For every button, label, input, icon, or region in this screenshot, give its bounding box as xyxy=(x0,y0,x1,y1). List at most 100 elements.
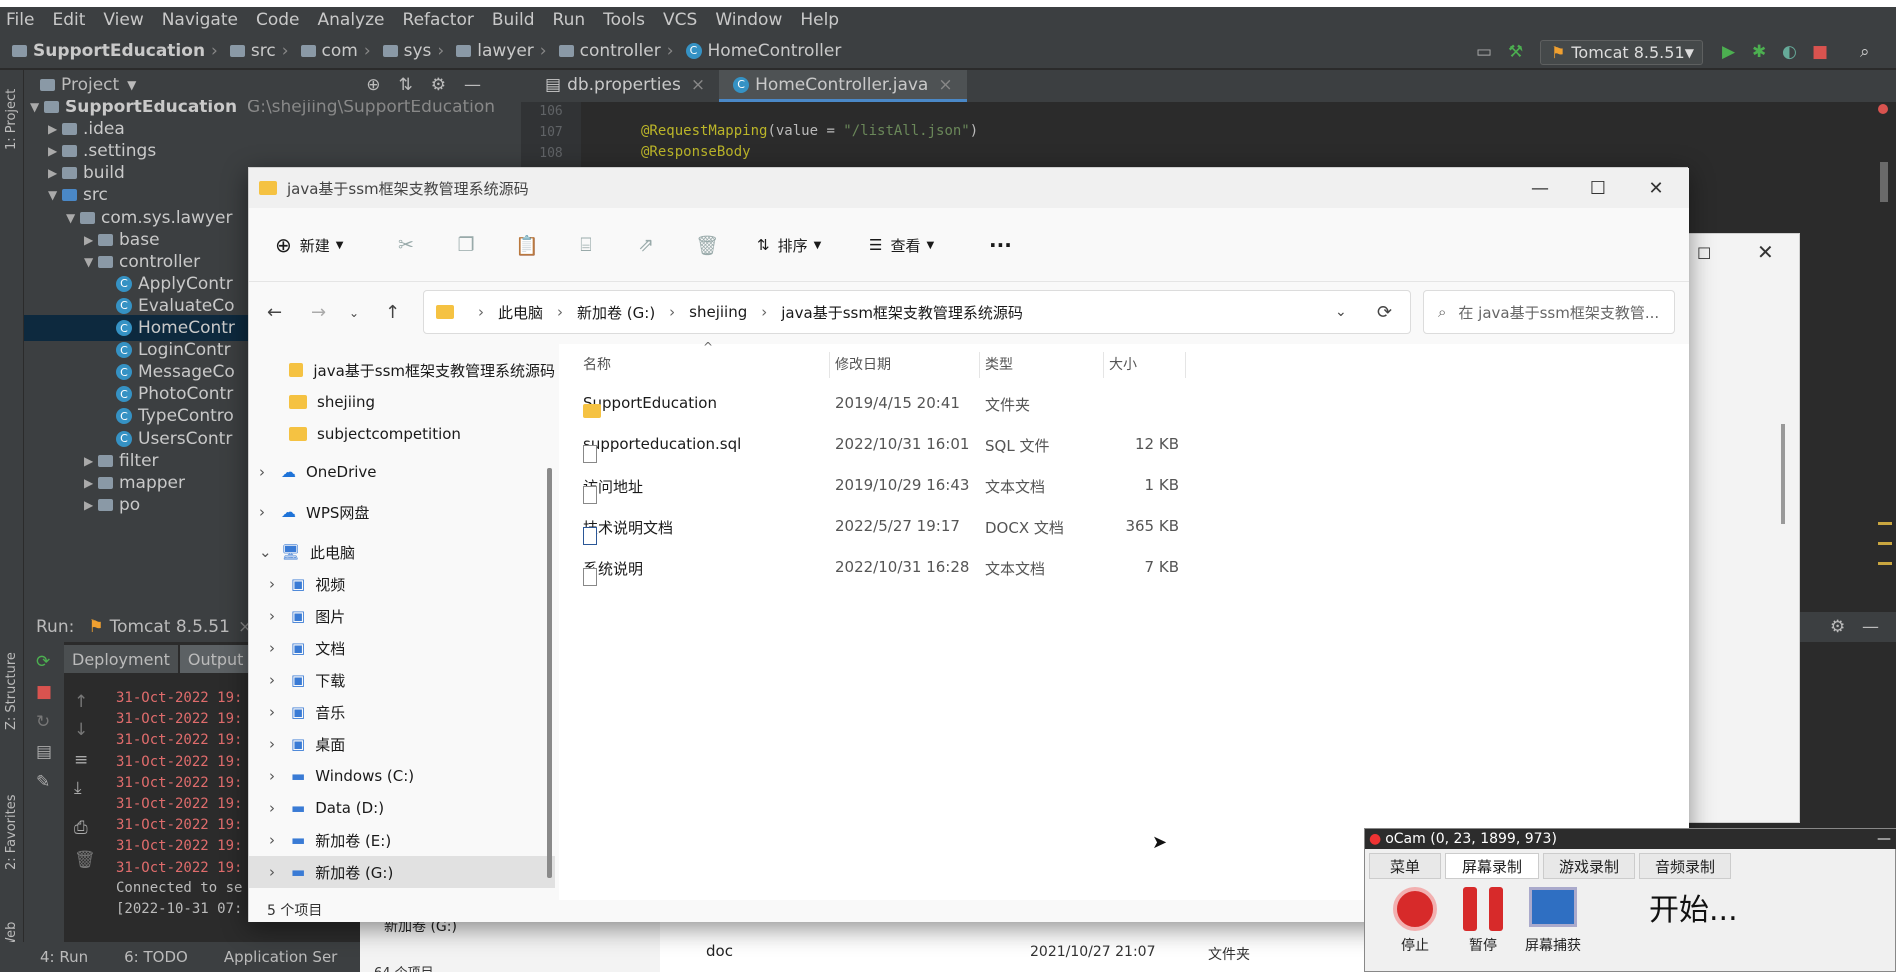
menu-item-tools[interactable]: Tools xyxy=(603,10,645,30)
nav-item[interactable]: ⌄ 🖥 此电脑 xyxy=(249,536,555,568)
scroll-down-icon[interactable]: ↓ xyxy=(74,720,88,740)
menu-item-build[interactable]: Build xyxy=(492,10,535,30)
close-icon[interactable]: × xyxy=(691,75,705,95)
chevron-right-icon[interactable]: › xyxy=(269,607,291,625)
layout-icon[interactable]: ▤ xyxy=(36,742,52,762)
address-segment[interactable]: 新加卷 (G:) xyxy=(577,302,655,323)
locate-icon[interactable]: ⊕ xyxy=(366,75,380,95)
maximize-button[interactable]: ☐ xyxy=(1569,168,1627,208)
tool-tab-run[interactable]: 4: Run xyxy=(40,948,88,966)
run-icon[interactable]: ▶ xyxy=(1722,42,1740,62)
copy-icon[interactable]: ❐ xyxy=(455,234,477,256)
editor-tab[interactable]: ▤ db.properties × xyxy=(531,70,719,102)
breadcrumb-item[interactable]: src › xyxy=(229,41,295,61)
structure-tool-tab[interactable]: Z: Structure xyxy=(4,652,19,730)
new-button[interactable]: ⊕ 新建 ▼ xyxy=(275,226,343,264)
nav-item[interactable]: › ▬ Windows (C:) xyxy=(249,760,555,792)
chevron-right-icon[interactable]: › xyxy=(269,863,291,881)
favorites-tool-tab[interactable]: 2: Favorites xyxy=(4,794,19,870)
ocam-tab-screen-record[interactable]: 屏幕录制 xyxy=(1445,853,1539,879)
editor-scrollbar[interactable] xyxy=(1880,162,1888,202)
gear-icon[interactable]: ⚙ xyxy=(431,75,446,95)
nav-item[interactable]: › ☁ OneDrive xyxy=(249,456,555,488)
chevron-down-icon[interactable]: ▼ xyxy=(48,188,62,202)
menu-item-analyze[interactable]: Analyze xyxy=(318,10,385,30)
background-file-name[interactable]: doc xyxy=(706,942,733,960)
chevron-right-icon[interactable]: › xyxy=(269,831,291,849)
chevron-down-icon[interactable]: ▼ xyxy=(84,255,98,269)
address-segment[interactable]: shejiing xyxy=(689,303,747,321)
coverage-icon[interactable]: ◐ xyxy=(1782,42,1800,62)
stop-icon[interactable]: ■ xyxy=(1812,42,1830,62)
rerun-icon[interactable]: ⟳ xyxy=(36,652,50,672)
ocam-tab-game-record[interactable]: 游戏录制 xyxy=(1543,853,1635,879)
minimize-icon[interactable]: — xyxy=(1877,831,1891,847)
chevron-right-icon[interactable]: › xyxy=(269,799,291,817)
nav-item[interactable]: › ▣ 下载 xyxy=(249,664,555,696)
column-size[interactable]: 大小 xyxy=(1109,344,1137,384)
warning-marker[interactable] xyxy=(1878,562,1892,565)
column-divider[interactable] xyxy=(1185,352,1186,378)
breadcrumb-item[interactable]: sys › xyxy=(382,41,451,61)
search-everywhere-icon[interactable]: ⌕ xyxy=(1860,42,1878,62)
ocam-capture-button[interactable]: 屏幕捕获 xyxy=(1517,887,1589,955)
nav-item[interactable]: java基于ssm框架支教管理系统源码 xyxy=(249,354,555,386)
file-row[interactable]: 访问地址 2019/10/29 16:43 文本文档 1 KB xyxy=(559,466,1689,506)
file-row[interactable]: 技术说明文档 2022/5/27 19:17 DOCX 文档 365 KB xyxy=(559,507,1689,547)
search-input[interactable]: ⌕ 在 java基于ssm框架支教管... xyxy=(1423,290,1675,334)
breadcrumb-item[interactable]: C HomeController xyxy=(685,41,841,61)
ocam-stop-button[interactable]: 停止 xyxy=(1385,887,1445,955)
column-divider[interactable] xyxy=(979,352,980,378)
back-icon[interactable]: ← xyxy=(267,302,282,323)
address-segment[interactable]: 此电脑 xyxy=(498,302,543,323)
run-config-select[interactable]: ⚑ Tomcat 8.5.51 ▼ xyxy=(1540,40,1703,65)
menu-item-window[interactable]: Window xyxy=(715,10,782,30)
minimize-icon[interactable]: — xyxy=(464,75,481,95)
chevron-right-icon[interactable]: › xyxy=(269,575,291,593)
trash-icon[interactable]: 🗑 xyxy=(74,850,96,870)
breadcrumb-item[interactable]: com › xyxy=(300,41,377,61)
chevron-down-icon[interactable]: ▼ xyxy=(30,100,44,114)
menu-item-refactor[interactable]: Refactor xyxy=(403,10,474,30)
refresh-icon[interactable]: ⟳ xyxy=(1377,302,1392,323)
nav-item[interactable]: › ▣ 文档 xyxy=(249,632,555,664)
nav-item[interactable]: shejiing xyxy=(249,386,555,418)
editor-tab[interactable]: C HomeController.java × xyxy=(719,70,967,102)
paste-icon[interactable]: 📋 xyxy=(515,234,539,257)
address-bar[interactable]: › 此电脑 › 新加卷 (G:) › shejiing › java基于ssm框架支教管理系统… xyxy=(423,290,1411,334)
breadcrumb-item[interactable]: SupportEducation › xyxy=(12,41,224,61)
chevron-right-icon[interactable]: › xyxy=(269,735,291,753)
chevron-down-icon[interactable]: ▼ xyxy=(66,211,80,225)
breadcrumb-item[interactable]: lawyer › xyxy=(456,41,552,61)
column-name[interactable]: 名称 xyxy=(583,344,611,384)
nav-scrollbar[interactable] xyxy=(547,468,552,878)
nav-item[interactable]: › ▬ 新加卷 (E:) xyxy=(249,824,555,856)
breadcrumb-item[interactable]: controller › xyxy=(558,41,680,61)
close-button[interactable]: ✕ xyxy=(1627,168,1685,208)
close-icon[interactable]: ✕ xyxy=(1757,240,1774,264)
nav-item[interactable]: › ▣ 音乐 xyxy=(249,696,555,728)
warning-marker[interactable] xyxy=(1878,542,1892,545)
column-divider[interactable] xyxy=(829,352,830,378)
file-row[interactable]: SupportEducation 2019/4/15 20:41 文件夹 xyxy=(559,384,1689,424)
close-icon[interactable]: × xyxy=(938,75,952,95)
nav-item[interactable]: › ▣ 视频 xyxy=(249,568,555,600)
chevron-right-icon[interactable]: ▶ xyxy=(84,498,98,512)
ocam-pause-button[interactable]: 暂停 xyxy=(1453,887,1513,955)
menu-item-edit[interactable]: Edit xyxy=(52,10,85,30)
nav-item[interactable]: › ☁ WPS网盘 xyxy=(249,496,555,528)
nav-item[interactable]: › ▣ 桌面 xyxy=(249,728,555,760)
code-line[interactable]: @RequestMapping(value = "/listAll.json") xyxy=(641,123,978,139)
up-icon[interactable]: ↑ xyxy=(385,302,400,323)
minimize-button[interactable]: — xyxy=(1511,168,1569,208)
tool-tab-application-servers[interactable]: Application Ser xyxy=(224,948,338,966)
nav-item[interactable]: › ▬ Data (D:) xyxy=(249,792,555,824)
error-indicator-icon[interactable] xyxy=(1878,104,1888,114)
nav-item[interactable]: subjectcompetition xyxy=(249,418,555,450)
run-tab[interactable]: Tomcat 8.5.51 xyxy=(110,617,230,637)
pin-icon[interactable]: ✎ xyxy=(36,772,50,792)
menu-item-navigate[interactable]: Navigate xyxy=(162,10,238,30)
column-date[interactable]: 修改日期 xyxy=(835,344,891,384)
recent-icon[interactable]: ⌄ xyxy=(349,306,359,320)
scroll-up-icon[interactable]: ↑ xyxy=(74,692,88,712)
